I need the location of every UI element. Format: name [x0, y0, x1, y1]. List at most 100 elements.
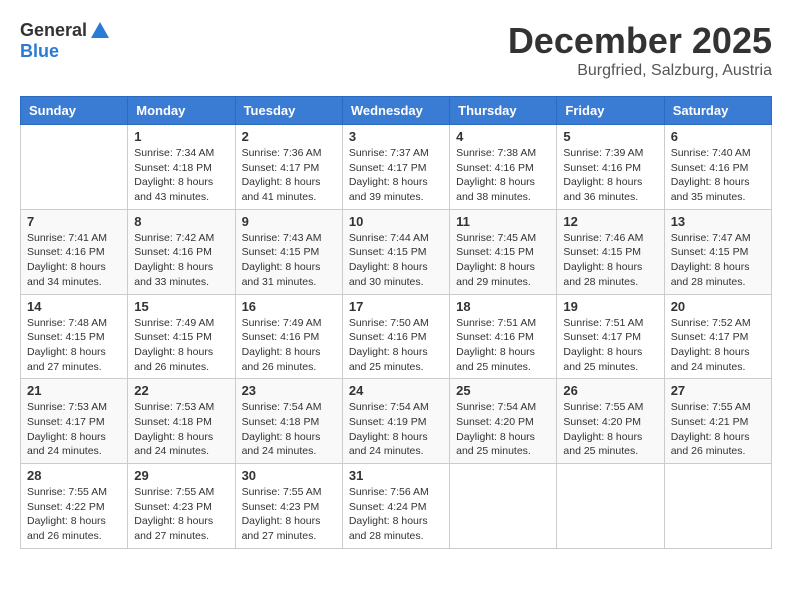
day-info: Sunrise: 7:51 AMSunset: 4:17 PMDaylight:… [563, 316, 657, 375]
calendar-cell: 22 Sunrise: 7:53 AMSunset: 4:18 PMDayligh… [128, 379, 235, 464]
calendar-cell: 28 Sunrise: 7:55 AMSunset: 4:22 PMDayligh… [21, 464, 128, 549]
day-info: Sunrise: 7:40 AMSunset: 4:16 PMDaylight:… [671, 146, 765, 205]
day-info: Sunrise: 7:55 AMSunset: 4:22 PMDaylight:… [27, 485, 121, 544]
day-info: Sunrise: 7:53 AMSunset: 4:18 PMDaylight:… [134, 400, 228, 459]
calendar-cell [664, 464, 771, 549]
calendar-cell: 29 Sunrise: 7:55 AMSunset: 4:23 PMDayligh… [128, 464, 235, 549]
calendar-cell: 3 Sunrise: 7:37 AMSunset: 4:17 PMDaylight… [342, 125, 449, 210]
day-number: 4 [456, 129, 550, 144]
day-number: 26 [563, 383, 657, 398]
day-number: 29 [134, 468, 228, 483]
day-info: Sunrise: 7:41 AMSunset: 4:16 PMDaylight:… [27, 231, 121, 290]
week-row-5: 28 Sunrise: 7:55 AMSunset: 4:22 PMDayligh… [21, 464, 772, 549]
week-row-4: 21Sunrise: 7:53 AMSunset: 4:17 PMDayligh… [21, 379, 772, 464]
day-info: Sunrise: 7:54 AMSunset: 4:20 PMDaylight:… [456, 400, 550, 459]
calendar-cell: 4 Sunrise: 7:38 AMSunset: 4:16 PMDaylight… [450, 125, 557, 210]
calendar-cell: 23Sunrise: 7:54 AMSunset: 4:18 PMDayligh… [235, 379, 342, 464]
calendar-cell: 5Sunrise: 7:39 AMSunset: 4:16 PMDaylight… [557, 125, 664, 210]
calendar-cell: 20 Sunrise: 7:52 AMSunset: 4:17 PMDayligh… [664, 294, 771, 379]
day-number: 13 [671, 214, 765, 229]
header: General Blue December 2025 Burgfried, Sa… [20, 20, 772, 80]
day-info: Sunrise: 7:34 AMSunset: 4:18 PMDaylight:… [134, 146, 228, 205]
day-info: Sunrise: 7:42 AMSunset: 4:16 PMDaylight:… [134, 231, 228, 290]
day-info: Sunrise: 7:49 AMSunset: 4:16 PMDaylight:… [242, 316, 336, 375]
day-number: 1 [134, 129, 228, 144]
day-number: 25 [456, 383, 550, 398]
day-number: 21 [27, 383, 121, 398]
day-number: 30 [242, 468, 336, 483]
header-saturday: Saturday [664, 97, 771, 125]
day-number: 11 [456, 214, 550, 229]
calendar-cell: 17 Sunrise: 7:50 AMSunset: 4:16 PMDayligh… [342, 294, 449, 379]
day-info: Sunrise: 7:43 AMSunset: 4:15 PMDaylight:… [242, 231, 336, 290]
week-row-3: 14Sunrise: 7:48 AMSunset: 4:15 PMDayligh… [21, 294, 772, 379]
week-row-2: 7 Sunrise: 7:41 AMSunset: 4:16 PMDaylight… [21, 209, 772, 294]
logo: General Blue [20, 20, 111, 62]
calendar-cell: 27Sunrise: 7:55 AMSunset: 4:21 PMDayligh… [664, 379, 771, 464]
day-info: Sunrise: 7:55 AMSunset: 4:23 PMDaylight:… [134, 485, 228, 544]
calendar-cell: 25 Sunrise: 7:54 AMSunset: 4:20 PMDayligh… [450, 379, 557, 464]
day-info: Sunrise: 7:54 AMSunset: 4:19 PMDaylight:… [349, 400, 443, 459]
header-monday: Monday [128, 97, 235, 125]
day-info: Sunrise: 7:55 AMSunset: 4:23 PMDaylight:… [242, 485, 336, 544]
location-title: Burgfried, Salzburg, Austria [508, 62, 772, 80]
day-info: Sunrise: 7:37 AMSunset: 4:17 PMDaylight:… [349, 146, 443, 205]
calendar-cell: 26 Sunrise: 7:55 AMSunset: 4:20 PMDayligh… [557, 379, 664, 464]
calendar-cell: 12Sunrise: 7:46 AMSunset: 4:15 PMDayligh… [557, 209, 664, 294]
calendar-cell: 16 Sunrise: 7:49 AMSunset: 4:16 PMDayligh… [235, 294, 342, 379]
day-number: 6 [671, 129, 765, 144]
calendar-cell: 11Sunrise: 7:45 AMSunset: 4:15 PMDayligh… [450, 209, 557, 294]
day-number: 7 [27, 214, 121, 229]
calendar-cell: 30 Sunrise: 7:55 AMSunset: 4:23 PMDayligh… [235, 464, 342, 549]
title-section: December 2025 Burgfried, Salzburg, Austr… [508, 20, 772, 80]
header-thursday: Thursday [450, 97, 557, 125]
day-info: Sunrise: 7:55 AMSunset: 4:20 PMDaylight:… [563, 400, 657, 459]
day-number: 23 [242, 383, 336, 398]
header-tuesday: Tuesday [235, 97, 342, 125]
day-info: Sunrise: 7:38 AMSunset: 4:16 PMDaylight:… [456, 146, 550, 205]
week-row-1: 1 Sunrise: 7:34 AMSunset: 4:18 PMDaylight… [21, 125, 772, 210]
calendar-cell: 31 Sunrise: 7:56 AMSunset: 4:24 PMDayligh… [342, 464, 449, 549]
day-number: 18 [456, 299, 550, 314]
calendar-cell [557, 464, 664, 549]
calendar-cell: 18Sunrise: 7:51 AMSunset: 4:16 PMDayligh… [450, 294, 557, 379]
day-info: Sunrise: 7:55 AMSunset: 4:21 PMDaylight:… [671, 400, 765, 459]
logo-blue-text: Blue [20, 42, 59, 62]
day-number: 31 [349, 468, 443, 483]
day-number: 24 [349, 383, 443, 398]
day-number: 16 [242, 299, 336, 314]
day-number: 22 [134, 383, 228, 398]
calendar-cell: 14Sunrise: 7:48 AMSunset: 4:15 PMDayligh… [21, 294, 128, 379]
calendar-cell: 13 Sunrise: 7:47 AMSunset: 4:15 PMDayligh… [664, 209, 771, 294]
day-info: Sunrise: 7:36 AMSunset: 4:17 PMDaylight:… [242, 146, 336, 205]
day-info: Sunrise: 7:44 AMSunset: 4:15 PMDaylight:… [349, 231, 443, 290]
calendar-cell: 7 Sunrise: 7:41 AMSunset: 4:16 PMDaylight… [21, 209, 128, 294]
day-number: 17 [349, 299, 443, 314]
header-sunday: Sunday [21, 97, 128, 125]
calendar-cell: 15 Sunrise: 7:49 AMSunset: 4:15 PMDayligh… [128, 294, 235, 379]
header-friday: Friday [557, 97, 664, 125]
header-wednesday: Wednesday [342, 97, 449, 125]
day-info: Sunrise: 7:52 AMSunset: 4:17 PMDaylight:… [671, 316, 765, 375]
day-number: 2 [242, 129, 336, 144]
day-info: Sunrise: 7:49 AMSunset: 4:15 PMDaylight:… [134, 316, 228, 375]
day-number: 3 [349, 129, 443, 144]
day-number: 9 [242, 214, 336, 229]
calendar-cell: 2 Sunrise: 7:36 AMSunset: 4:17 PMDaylight… [235, 125, 342, 210]
day-info: Sunrise: 7:50 AMSunset: 4:16 PMDaylight:… [349, 316, 443, 375]
logo-icon [89, 20, 111, 42]
day-info: Sunrise: 7:47 AMSunset: 4:15 PMDaylight:… [671, 231, 765, 290]
day-number: 5 [563, 129, 657, 144]
calendar-cell: 19Sunrise: 7:51 AMSunset: 4:17 PMDayligh… [557, 294, 664, 379]
day-number: 15 [134, 299, 228, 314]
day-number: 28 [27, 468, 121, 483]
day-info: Sunrise: 7:48 AMSunset: 4:15 PMDaylight:… [27, 316, 121, 375]
day-number: 20 [671, 299, 765, 314]
calendar-cell: 9 Sunrise: 7:43 AMSunset: 4:15 PMDaylight… [235, 209, 342, 294]
calendar-table: SundayMondayTuesdayWednesdayThursdayFrid… [20, 96, 772, 549]
calendar-cell [450, 464, 557, 549]
calendar-body: 1 Sunrise: 7:34 AMSunset: 4:18 PMDaylight… [21, 125, 772, 549]
calendar-cell: 1 Sunrise: 7:34 AMSunset: 4:18 PMDaylight… [128, 125, 235, 210]
day-info: Sunrise: 7:56 AMSunset: 4:24 PMDaylight:… [349, 485, 443, 544]
day-number: 8 [134, 214, 228, 229]
